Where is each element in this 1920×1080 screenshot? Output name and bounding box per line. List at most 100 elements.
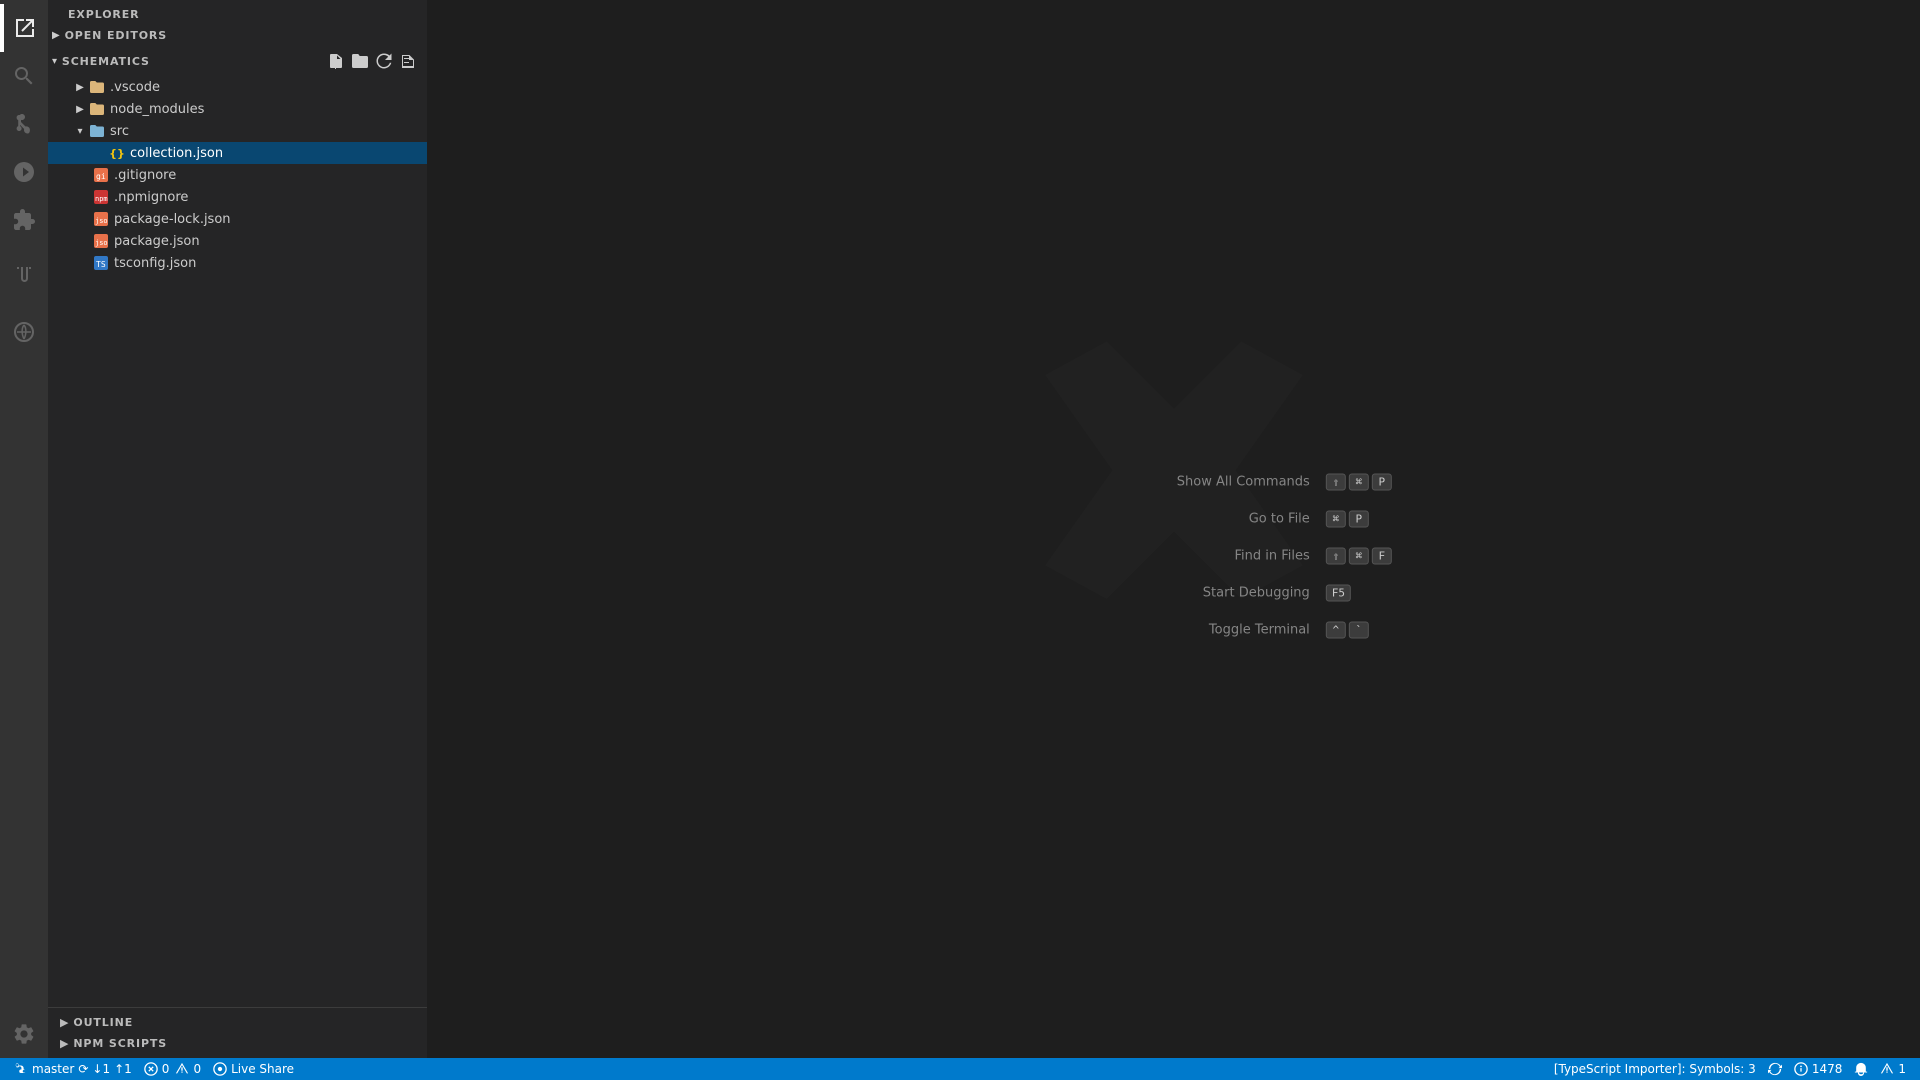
live-share-icon (213, 1062, 227, 1076)
activity-source-control[interactable] (0, 100, 48, 148)
new-file-button[interactable] (325, 50, 347, 72)
gitignore-icon: gi (92, 166, 110, 184)
key-shift2: ⇧ (1326, 548, 1346, 565)
npm-chevron: ▶ (60, 1037, 69, 1050)
alert-status[interactable]: 1 (1874, 1058, 1912, 1080)
warning-icon (175, 1062, 189, 1076)
node-modules-name: node_modules (110, 102, 204, 117)
alert-count: 1 (1898, 1062, 1906, 1076)
open-editors-section[interactable]: ▶ Open Editors (48, 25, 427, 46)
schematics-chevron: ▾ (52, 56, 58, 67)
activity-bar (0, 0, 48, 1058)
ts-importer-status[interactable]: [TypeScript Importer]: Symbols: 3 (1548, 1058, 1762, 1080)
command-go-to-file: Go to File ⌘ P (1150, 511, 1392, 528)
svg-text:npm: npm (95, 195, 108, 203)
src-name: src (110, 124, 129, 139)
git-branch-icon (14, 1062, 28, 1076)
sync-status[interactable] (1762, 1058, 1788, 1080)
refresh-button[interactable] (373, 50, 395, 72)
cmd-toggle-terminal-label: Toggle Terminal (1150, 623, 1310, 638)
activity-explorer[interactable] (0, 4, 48, 52)
npm-scripts-section[interactable]: ▶ NPM Scripts (48, 1033, 427, 1054)
cmd-show-all-keys: ⇧ ⌘ P (1326, 474, 1392, 491)
status-right: [TypeScript Importer]: Symbols: 3 1478 (1548, 1058, 1912, 1080)
tree-item-vscode[interactable]: ▶ .vscode (48, 76, 427, 98)
activity-remote[interactable] (0, 308, 48, 356)
package-lock-icon: json (92, 210, 110, 228)
collection-json-icon: {} (108, 144, 126, 162)
sidebar: Explorer ▶ Open Editors ▾ Schematics (48, 0, 428, 1058)
git-down-count: ↓1 (92, 1062, 110, 1076)
svg-text:json: json (95, 239, 108, 247)
cmd-go-to-file-keys: ⌘ P (1326, 511, 1369, 528)
main-content: Show All Commands ⇧ ⌘ P Go to File ⌘ P F… (428, 0, 1920, 1058)
errors-warnings-status[interactable]: 0 0 (138, 1058, 207, 1080)
cmd-start-debug-keys: F5 (1326, 585, 1351, 602)
line-info-status[interactable]: 1478 (1788, 1058, 1849, 1080)
activity-extensions[interactable] (0, 196, 48, 244)
sync-icon (1768, 1062, 1782, 1076)
svg-text:json: json (95, 217, 108, 225)
src-folder-icon (88, 122, 106, 140)
welcome-commands: Show All Commands ⇧ ⌘ P Go to File ⌘ P F… (1150, 474, 1392, 659)
key-cmd2: ⌘ (1326, 511, 1346, 528)
key-cmd: ⌘ (1349, 474, 1369, 491)
live-share-label: Live Share (231, 1062, 294, 1076)
tsconfig-name: tsconfig.json (114, 256, 196, 271)
activity-run[interactable] (0, 148, 48, 196)
tree-item-npmignore[interactable]: npm .npmignore (48, 186, 427, 208)
activity-settings[interactable] (0, 1010, 48, 1058)
git-up-count: ↑1 (114, 1062, 132, 1076)
alert-icon (1880, 1062, 1894, 1076)
schematics-section[interactable]: ▾ Schematics (48, 46, 427, 76)
tree-item-tsconfig[interactable]: TS tsconfig.json (48, 252, 427, 274)
key-backtick: ` (1349, 622, 1369, 639)
schematics-label: Schematics (62, 55, 150, 68)
outline-section[interactable]: ▶ Outline (48, 1012, 427, 1033)
tree-item-package-lock[interactable]: json package-lock.json (48, 208, 427, 230)
git-branch-status[interactable]: master ⟳ ↓1 ↑1 (8, 1058, 138, 1080)
notification-icon (1854, 1062, 1868, 1076)
key-f5: F5 (1326, 585, 1351, 602)
npmignore-name: .npmignore (114, 190, 188, 205)
tree-item-collection-json[interactable]: {} collection.json (48, 142, 427, 164)
git-branch-name: master (32, 1062, 74, 1076)
command-toggle-terminal: Toggle Terminal ^ ` (1150, 622, 1392, 639)
cmd-find-files-keys: ⇧ ⌘ F (1326, 548, 1392, 565)
line-number: 1478 (1812, 1062, 1843, 1076)
new-folder-button[interactable] (349, 50, 371, 72)
notification-status[interactable] (1848, 1058, 1874, 1080)
svg-text:TS: TS (96, 260, 106, 269)
tree-item-node-modules[interactable]: ▶ node_modules (48, 98, 427, 120)
outline-label: Outline (73, 1016, 133, 1029)
live-share-status[interactable]: Live Share (207, 1058, 300, 1080)
node-modules-folder-icon (88, 100, 106, 118)
vscode-chevron: ▶ (72, 82, 88, 93)
cmd-show-all-label: Show All Commands (1150, 475, 1310, 490)
outline-chevron: ▶ (60, 1016, 69, 1029)
tree-item-src[interactable]: ▾ src (48, 120, 427, 142)
package-json-name: package.json (114, 234, 200, 249)
collapse-all-button[interactable] (397, 50, 419, 72)
error-icon (144, 1062, 158, 1076)
svg-text:gi: gi (96, 172, 106, 181)
command-find-in-files: Find in Files ⇧ ⌘ F (1150, 548, 1392, 565)
tree-item-package-json[interactable]: json package.json (48, 230, 427, 252)
package-lock-name: package-lock.json (114, 212, 231, 227)
open-editors-label: Open Editors (65, 29, 168, 42)
gitignore-name: .gitignore (114, 168, 176, 183)
key-cmd3: ⌘ (1349, 548, 1369, 565)
command-start-debugging: Start Debugging F5 (1150, 585, 1392, 602)
collection-json-name: collection.json (130, 146, 223, 161)
key-shift: ⇧ (1326, 474, 1346, 491)
activity-testing[interactable] (0, 252, 48, 300)
sidebar-header: Explorer (48, 0, 427, 25)
src-chevron: ▾ (72, 126, 88, 137)
tree-item-gitignore[interactable]: gi .gitignore (48, 164, 427, 186)
cmd-find-in-files-label: Find in Files (1150, 549, 1310, 564)
vscode-folder-icon (88, 78, 106, 96)
status-bar: master ⟳ ↓1 ↑1 0 0 Live Share [TypeScrip… (0, 1058, 1920, 1080)
node-modules-chevron: ▶ (72, 104, 88, 115)
activity-search[interactable] (0, 52, 48, 100)
app-container: Explorer ▶ Open Editors ▾ Schematics (0, 0, 1920, 1058)
